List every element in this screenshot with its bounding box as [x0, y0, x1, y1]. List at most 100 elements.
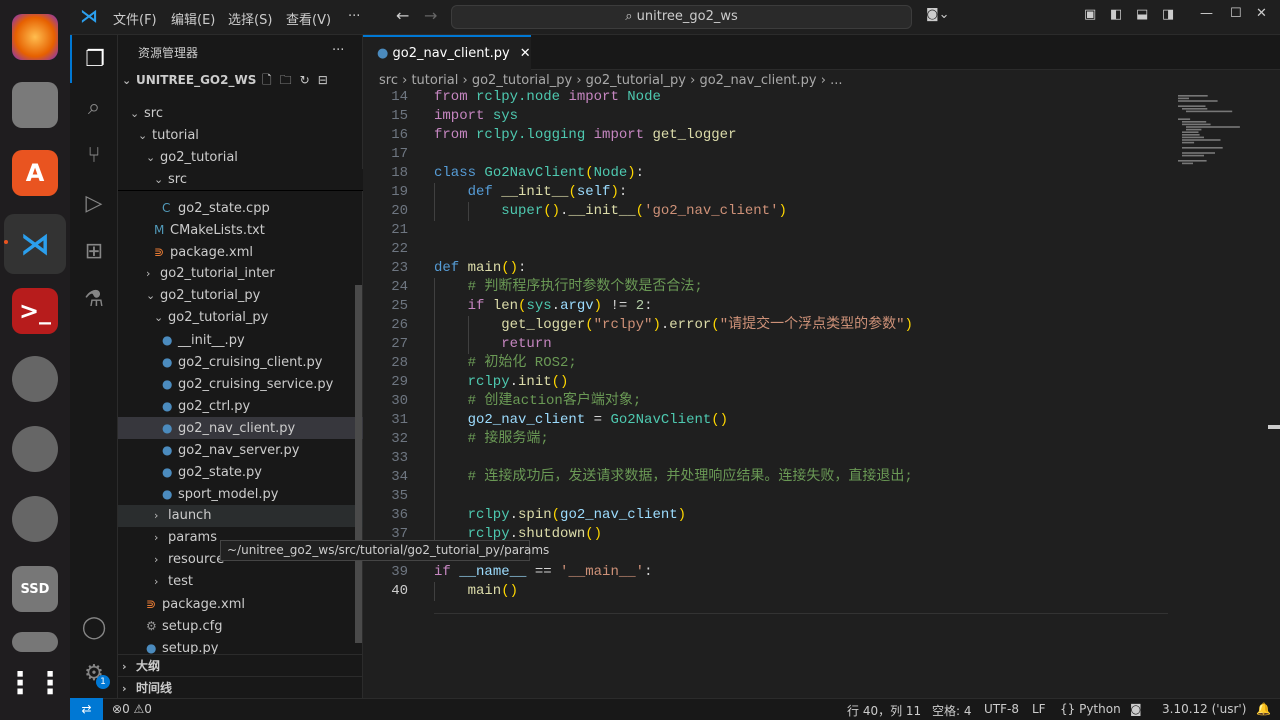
testing-icon[interactable]: ⚗ [70, 275, 118, 323]
tree-item[interactable]: ⚙ setup.cfg [118, 615, 363, 637]
explorer-more-button[interactable]: ··· [332, 43, 344, 58]
breadcrumb-item[interactable]: go2_nav_client.py [699, 73, 816, 88]
explorer-icon[interactable]: ❐ [70, 35, 118, 83]
terminal-icon[interactable]: >_ [12, 288, 58, 334]
language-mode[interactable]: {} Python [1060, 702, 1121, 716]
run-debug-icon[interactable]: ▷ [70, 179, 118, 227]
code-token: main [434, 583, 502, 599]
menu-more[interactable]: ··· [348, 9, 360, 24]
breadcrumb-item[interactable]: tutorial [411, 73, 458, 88]
firefox-icon[interactable] [12, 14, 58, 60]
disk-icon[interactable] [12, 356, 58, 402]
tree-item[interactable]: Cgo2_state.cpp [118, 197, 363, 219]
new-folder-icon[interactable]: 🗀 [280, 73, 300, 87]
cursor-position[interactable]: 行 40，列 11 [847, 702, 921, 719]
tree-item[interactable]: › go2_tutorial_inter [118, 263, 363, 285]
command-center-search[interactable]: ⌕ unitree_go2_ws [451, 5, 912, 29]
code-token: ) [904, 317, 913, 333]
breadcrumb-item[interactable]: go2_tutorial_py [472, 73, 572, 88]
disk-icon[interactable] [12, 496, 58, 542]
search-view-icon[interactable]: ⌕ [70, 83, 118, 131]
tree-item[interactable]: ⌄ go2_tutorial_py [118, 307, 363, 329]
tree-item[interactable]: ● go2_cruising_service.py [118, 373, 363, 395]
tree-item[interactable]: ● go2_state.py [118, 461, 363, 483]
tree-item[interactable]: M CMakeLists.txt [118, 219, 363, 241]
problems-indicator[interactable]: ⊗0 ⚠0 [112, 702, 152, 716]
code-text: from rclpy.logging import get_logger [434, 126, 736, 145]
refresh-icon[interactable]: ↻ [300, 73, 318, 87]
sidebar-scrollbar[interactable] [355, 285, 362, 643]
indentation[interactable]: 空格: 4 [932, 702, 972, 719]
minimap[interactable] [1178, 95, 1258, 175]
menu-selection[interactable]: 选择(S) [228, 9, 272, 28]
code-line: 34 # 连接成功后，发送请求数据，并处理响应结果。连接失败，直接退出; [363, 468, 1280, 487]
tree-item[interactable]: ⌄ go2_tutorial [118, 147, 363, 169]
python-interpreter[interactable]: 3.10.12 ('usr') [1162, 702, 1246, 716]
disk-icon[interactable] [12, 426, 58, 472]
code-token: def [434, 260, 460, 276]
tab-go2-nav-client[interactable]: ● go2_nav_client.py ✕ [363, 35, 531, 70]
tree-item[interactable]: ● sport_model.py [118, 483, 363, 505]
code-editor[interactable]: 14 from rclpy.node import Node 15 import sy… [363, 88, 1280, 668]
tree-item[interactable]: ● go2_cruising_client.py [118, 351, 363, 373]
ssd-icon[interactable]: SSD [12, 566, 58, 612]
disk-icon[interactable] [12, 632, 58, 652]
tree-item[interactable]: ⋑ package.xml [118, 241, 363, 263]
menu-view[interactable]: 查看(V) [286, 9, 331, 28]
tree-item[interactable]: ⌄ src [118, 103, 363, 125]
breadcrumb-item[interactable]: ... [830, 73, 842, 88]
chevron-right-icon: › [154, 531, 159, 544]
cpp-file-icon: C [162, 201, 171, 215]
collapse-all-icon[interactable]: ⊟ [318, 73, 336, 87]
menu-file[interactable]: 文件(F) [113, 9, 157, 28]
tree-item[interactable]: ⌄ go2_tutorial_py [118, 285, 363, 307]
tree-item[interactable]: › launch [118, 505, 363, 527]
remote-indicator-icon[interactable]: ⇄ [70, 698, 103, 720]
source-control-icon[interactable]: ⑂ [70, 131, 118, 179]
workspace-header[interactable]: ⌄ UNITREE_GO2_WS 🗋🗀↻⊟ [118, 69, 363, 91]
new-file-icon[interactable]: 🗋 [262, 73, 280, 87]
show-apps-icon[interactable]: ⋮⋮ [5, 660, 65, 706]
minimap-line [1182, 108, 1208, 110]
ubuntu-dock: A ⋊ >_ SSD ⋮⋮ [0, 0, 70, 720]
timeline-section[interactable]: › 时间线 [118, 676, 363, 698]
vscode-dock-icon[interactable]: ⋊ [4, 214, 66, 274]
extensions-icon[interactable]: ⊞ [70, 227, 118, 275]
tree-item[interactable]: ● go2_nav_server.py [118, 439, 363, 461]
breadcrumb-item[interactable]: go2_tutorial_py [586, 73, 686, 88]
editor-scrollbar[interactable] [1268, 425, 1280, 429]
back-arrow-icon[interactable]: ← [396, 6, 409, 25]
minimize-icon[interactable]: — [1200, 6, 1213, 21]
tree-item[interactable]: ● go2_ctrl.py [118, 395, 363, 417]
maximize-icon[interactable]: ☐ [1230, 6, 1242, 21]
copilot-icon[interactable]: ◙⌄ [926, 7, 950, 22]
encoding[interactable]: UTF-8 [984, 702, 1019, 716]
line-number: 22 [391, 241, 408, 257]
notifications-bell-icon[interactable]: 🔔 [1256, 702, 1271, 716]
tree-item[interactable]: ⋑ package.xml [118, 593, 363, 615]
menu-edit[interactable]: 编辑(E) [171, 9, 215, 28]
tree-item[interactable]: ● __init__.py [118, 329, 363, 351]
close-window-icon[interactable]: ✕ [1256, 6, 1267, 21]
toggle-sidebar-icon[interactable]: ◧ [1110, 7, 1122, 22]
account-icon[interactable]: ◯ [70, 603, 118, 651]
tree-item[interactable]: ⌄ src [118, 169, 363, 191]
breadcrumb-item[interactable]: src [379, 73, 398, 88]
manage-gear-icon[interactable]: ⚙ [70, 649, 118, 697]
layout-icon[interactable]: ▣ [1084, 7, 1096, 22]
files-icon[interactable] [12, 82, 58, 128]
explorer-actions[interactable]: 🗋🗀↻⊟ [262, 69, 336, 91]
forward-arrow-icon[interactable]: → [424, 6, 437, 25]
tree-item[interactable]: ● go2_nav_client.py [118, 417, 363, 439]
tree-item[interactable]: ⌄ tutorial [118, 125, 363, 147]
code-token: . [509, 374, 519, 390]
copilot-status-icon[interactable]: ◙ [1130, 702, 1142, 716]
end-of-line[interactable]: LF [1032, 702, 1046, 716]
close-tab-icon[interactable]: ✕ [520, 46, 531, 61]
app-center-icon[interactable]: A [12, 150, 58, 196]
toggle-panel-icon[interactable]: ⬓ [1136, 7, 1148, 22]
toggle-secondary-sidebar-icon[interactable]: ◨ [1162, 7, 1174, 22]
code-token: ) [610, 184, 619, 200]
tree-item[interactable]: › test [118, 571, 363, 593]
outline-section[interactable]: › 大纲 [118, 654, 363, 676]
